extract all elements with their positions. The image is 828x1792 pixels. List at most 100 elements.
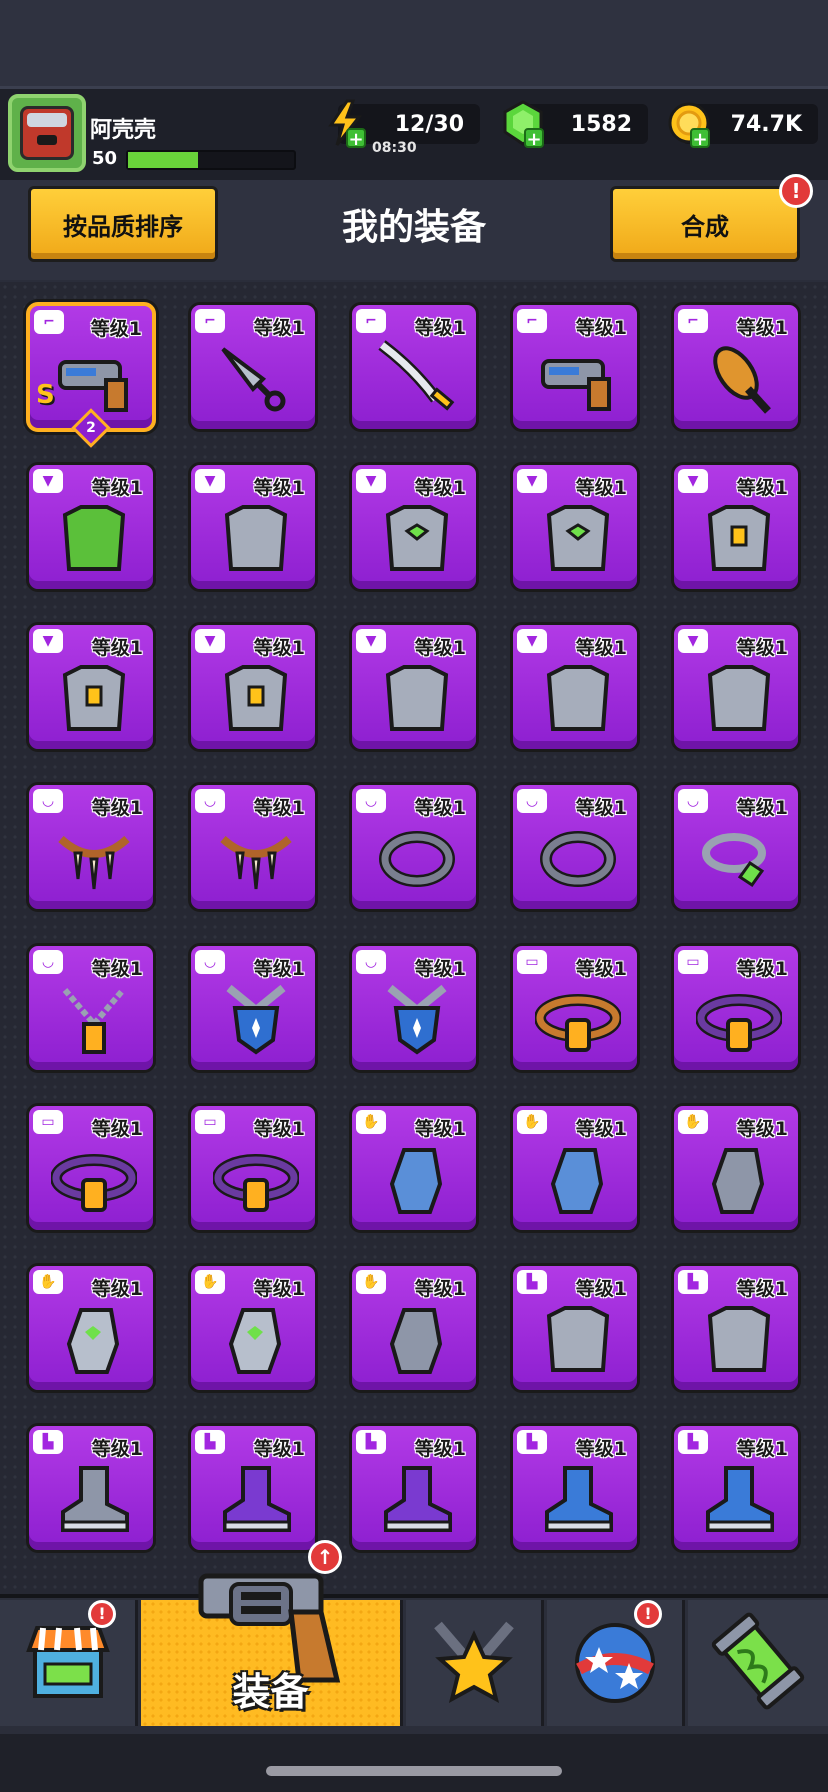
equipment-card[interactable]: ▼ 等级1 bbox=[349, 462, 479, 592]
equipment-card[interactable]: ▼ 等级1 bbox=[510, 462, 640, 592]
energy-counter[interactable]: + 12/30 bbox=[328, 99, 480, 150]
equipment-card[interactable]: ⌐ 等级1 bbox=[349, 302, 479, 432]
avatar[interactable] bbox=[8, 94, 86, 172]
equipment-card[interactable]: ◡ 等级1 bbox=[510, 782, 640, 912]
tab-battle[interactable] bbox=[406, 1600, 544, 1726]
gloves-slot-icon: ✋ bbox=[356, 1110, 386, 1134]
equipment-card[interactable]: ▙ 等级1 bbox=[510, 1423, 640, 1553]
coin-icon: + bbox=[666, 98, 712, 150]
equipment-card[interactable]: ▙ 等级1 bbox=[671, 1423, 801, 1553]
gem-armor-icon bbox=[374, 499, 460, 579]
equipment-card[interactable]: ▼ 等级1 bbox=[26, 462, 156, 592]
item-level: 等级1 bbox=[736, 958, 788, 980]
buckle-belt-icon bbox=[51, 1140, 137, 1220]
equipment-card[interactable]: ◡ 等级1 bbox=[349, 943, 479, 1073]
gem-counter[interactable]: + 1582 bbox=[503, 100, 648, 150]
item-level: 等级1 bbox=[414, 797, 466, 819]
armor-slot-icon: ▼ bbox=[195, 469, 225, 493]
equipment-card[interactable]: ▭ 等级1 bbox=[671, 943, 801, 1073]
jet-boot-icon bbox=[535, 1460, 621, 1540]
coin-plus-icon[interactable]: + bbox=[690, 128, 710, 150]
armor-slot-icon: ▼ bbox=[678, 469, 708, 493]
equipment-card[interactable]: ⌐ 等级1 S 2 bbox=[26, 302, 156, 448]
equipment-card[interactable]: ◡ 等级1 bbox=[188, 943, 318, 1073]
gem-ring-necklace-icon bbox=[696, 819, 782, 899]
tab-equipment-label: 装备 bbox=[232, 1670, 309, 1714]
equipment-card[interactable]: ▭ 等级1 bbox=[26, 1103, 156, 1233]
item-level: 等级1 bbox=[90, 318, 142, 340]
equipment-card[interactable]: ◡ 等级1 bbox=[26, 943, 156, 1073]
belt-slot-icon: ▭ bbox=[678, 950, 708, 974]
item-level: 等级1 bbox=[253, 797, 305, 819]
armor-slot-icon: ▼ bbox=[517, 469, 547, 493]
item-level: 等级1 bbox=[575, 1438, 627, 1460]
equipment-card[interactable]: ▭ 等级1 bbox=[510, 943, 640, 1073]
boots-slot-icon: ▙ bbox=[678, 1270, 708, 1294]
gem-plus-icon[interactable]: + bbox=[524, 128, 544, 150]
tab-equipment[interactable]: 装备 bbox=[141, 1573, 403, 1726]
necklace-slot-icon: ◡ bbox=[356, 950, 386, 974]
equipment-card[interactable]: ◡ 等级1 bbox=[671, 782, 801, 912]
equipment-card[interactable]: ✋ 等级1 bbox=[349, 1103, 479, 1233]
weapon-slot-icon: ⌐ bbox=[356, 309, 386, 333]
player-name: 阿壳壳 bbox=[90, 118, 157, 143]
equipment-card[interactable]: ◡ 等级1 bbox=[349, 782, 479, 912]
item-level: 等级1 bbox=[414, 958, 466, 980]
buckle-belt-icon bbox=[213, 1140, 299, 1220]
necklace-slot-icon: ◡ bbox=[517, 789, 547, 813]
equipment-card[interactable]: ◡ 等级1 bbox=[26, 782, 156, 912]
necklace-slot-icon: ◡ bbox=[195, 789, 225, 813]
item-level: 等级1 bbox=[414, 637, 466, 659]
kunai-icon bbox=[213, 339, 299, 419]
star-swords-icon bbox=[424, 1611, 524, 1715]
item-level: 等级1 bbox=[414, 1438, 466, 1460]
equipment-card[interactable]: ▙ 等级1 bbox=[510, 1263, 640, 1393]
fang-necklace-icon bbox=[51, 819, 137, 899]
necklace-slot-icon: ◡ bbox=[33, 950, 63, 974]
equipment-card[interactable]: ⌐ 等级1 bbox=[510, 302, 640, 432]
item-level: 等级1 bbox=[253, 1278, 305, 1300]
item-level: 等级1 bbox=[736, 637, 788, 659]
coin-counter[interactable]: + 74.7K bbox=[668, 102, 818, 150]
equipment-card[interactable]: ✋ 等级1 bbox=[671, 1103, 801, 1233]
merge-button[interactable]: 合成 bbox=[610, 186, 800, 262]
equipment-card[interactable]: ▼ 等级1 bbox=[671, 462, 801, 592]
item-level: 等级1 bbox=[91, 1118, 143, 1140]
equipment-card[interactable]: ⌐ 等级1 bbox=[671, 302, 801, 432]
shop-alert-badge: ! bbox=[88, 1600, 116, 1628]
equipment-card[interactable]: ✋ 等级1 bbox=[188, 1263, 318, 1393]
equipment-card[interactable]: ✋ 等级1 bbox=[510, 1103, 640, 1233]
energy-plus-icon[interactable]: + bbox=[346, 128, 366, 150]
equipment-card[interactable]: ▭ 等级1 bbox=[188, 1103, 318, 1233]
item-level: 等级1 bbox=[414, 1118, 466, 1140]
equipment-card[interactable]: ▼ 等级1 bbox=[188, 462, 318, 592]
equipment-card[interactable]: ▙ 等级1 bbox=[26, 1423, 156, 1553]
necklace-slot-icon: ◡ bbox=[33, 789, 63, 813]
item-level: 等级1 bbox=[253, 637, 305, 659]
equipment-card[interactable]: ▙ 等级1 bbox=[671, 1263, 801, 1393]
equipment-card[interactable]: ▼ 等级1 bbox=[26, 622, 156, 752]
shield-pendant-icon bbox=[374, 980, 460, 1060]
item-level: 等级1 bbox=[736, 317, 788, 339]
equipment-card[interactable]: ▼ 等级1 bbox=[349, 622, 479, 752]
claw-glove-icon bbox=[374, 1140, 460, 1220]
item-level: 等级1 bbox=[91, 477, 143, 499]
equipment-card[interactable]: ▙ 等级1 bbox=[349, 1423, 479, 1553]
vest-armor-icon bbox=[213, 659, 299, 739]
equipment-card[interactable]: ▙ 等级1 bbox=[188, 1423, 318, 1553]
equipment-card[interactable]: ▼ 等级1 bbox=[188, 622, 318, 752]
tab-gene[interactable] bbox=[688, 1600, 828, 1726]
tab-shop[interactable] bbox=[0, 1600, 138, 1726]
tab-talents[interactable] bbox=[547, 1600, 685, 1726]
equipment-card[interactable]: ▼ 等级1 bbox=[510, 622, 640, 752]
equipment-card[interactable]: ✋ 等级1 bbox=[349, 1263, 479, 1393]
buckle-belt-icon bbox=[696, 980, 782, 1060]
equipment-card[interactable]: ⌐ 等级1 bbox=[188, 302, 318, 432]
spike-collar-icon bbox=[374, 819, 460, 899]
equipment-card[interactable]: ▼ 等级1 bbox=[671, 622, 801, 752]
equipment-card[interactable]: ✋ 等级1 bbox=[26, 1263, 156, 1393]
shotgun-icon bbox=[535, 339, 621, 419]
katana-icon bbox=[374, 339, 460, 419]
equipment-card[interactable]: ◡ 等级1 bbox=[188, 782, 318, 912]
belt-slot-icon: ▭ bbox=[195, 1110, 225, 1134]
